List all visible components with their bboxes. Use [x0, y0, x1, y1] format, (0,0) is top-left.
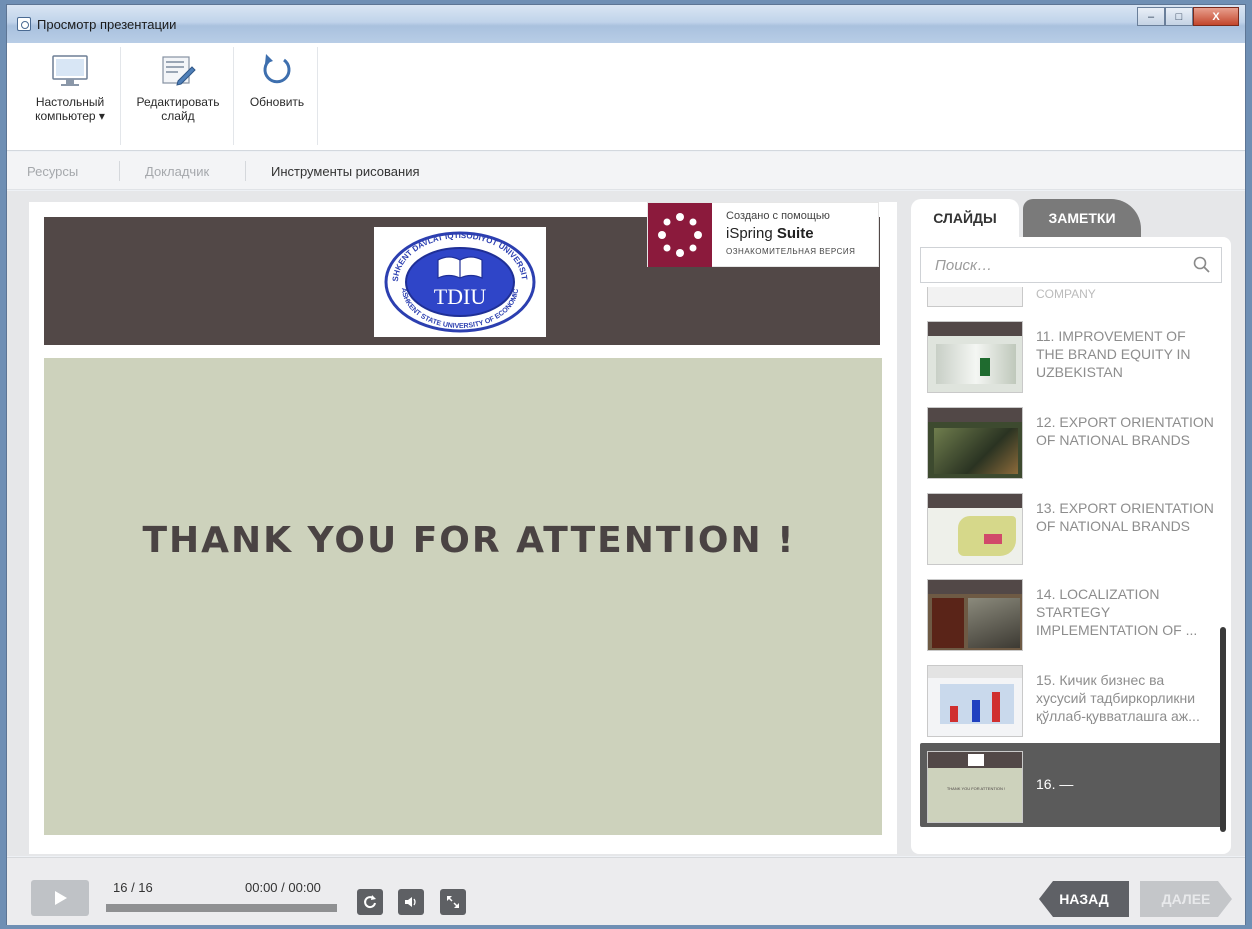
ispring-burst-icon: [658, 213, 702, 257]
slide-list-item-15[interactable]: 15. Кичик бизнес ва хусусий тадбиркорлик…: [920, 657, 1222, 741]
slide-item-label-partial: COMPANY: [1036, 287, 1096, 301]
tdiu-logo: TOSHKENT DAVLAT IQTISODIYOT UNIVERSITETI…: [374, 227, 546, 337]
edit-slide-button[interactable]: Редактировать слайд: [127, 51, 229, 147]
slide-thumbnail: THANK YOU FOR ATTENTION !: [927, 751, 1023, 823]
presentation-viewer-window: Просмотр презентации – □ X Настольный ко…: [6, 4, 1246, 925]
window-controls: – □ X: [1137, 7, 1239, 26]
progress-bar[interactable]: [106, 904, 337, 912]
fullscreen-button[interactable]: [440, 889, 466, 915]
tab-presenter[interactable]: Докладчик: [145, 164, 209, 179]
tab-slides[interactable]: СЛАЙДЫ: [911, 199, 1019, 237]
replay-button[interactable]: [357, 889, 383, 915]
slide-item-label: 12. EXPORT ORIENTATION OF NATIONAL BRAND…: [1036, 414, 1214, 448]
desktop-view-label-2: компьютер ▾: [35, 109, 105, 123]
slides-panel: СЛАЙДЫ ЗАМЕТКИ Поиск… COMPANY 11. IMPROV…: [911, 199, 1231, 854]
watermark-brand-part1: iSpring: [726, 225, 773, 242]
ispring-logo: [648, 203, 712, 267]
slide-list-item-14[interactable]: 14. LOCALIZATION STARTEGY IMPLEMENTATION…: [920, 571, 1222, 655]
slide-item-label: 13. EXPORT ORIENTATION OF NATIONAL BRAND…: [1036, 500, 1214, 534]
search-icon[interactable]: [1193, 256, 1211, 274]
slide-title: THANK YOU FOR ATTENTION !: [142, 520, 796, 561]
volume-button[interactable]: [398, 889, 424, 915]
slide-item-label: 16. —: [1036, 776, 1074, 792]
ribbon-divider: [233, 47, 234, 145]
ispring-watermark: Создано с помощью iSpring Suite ОЗНАКОМИ…: [647, 202, 879, 267]
desktop-view-label-1: Настольный: [35, 95, 105, 109]
slide-thumbnail: [927, 287, 1023, 307]
replay-icon: [364, 895, 376, 909]
app-icon: [17, 17, 31, 31]
slide-list: COMPANY 11. IMPROVEMENT OF THE BRAND EQU…: [920, 287, 1222, 835]
slide-thumbnail: [927, 665, 1023, 737]
tab-resources[interactable]: Ресурсы: [27, 164, 78, 179]
play-button[interactable]: [31, 880, 89, 916]
volume-icon: [405, 897, 416, 907]
maximize-button[interactable]: □: [1165, 7, 1193, 26]
slides-panel-body: Поиск… COMPANY 11. IMPROVEMENT OF THE BR…: [911, 237, 1231, 854]
slide-list-item-11[interactable]: 11. IMPROVEMENT OF THE BRAND EQUITY IN U…: [920, 313, 1222, 397]
refresh-label: Обновить: [249, 95, 305, 109]
tab-divider: [119, 161, 120, 181]
close-button[interactable]: X: [1193, 7, 1239, 26]
seal-text: TDIU: [434, 284, 487, 309]
search-placeholder: Поиск…: [935, 257, 993, 274]
slide-item-label: 11. IMPROVEMENT OF THE BRAND EQUITY IN U…: [1036, 328, 1191, 380]
ribbon-divider: [120, 47, 121, 145]
slide-list-scrollbar[interactable]: [1220, 627, 1226, 832]
next-button[interactable]: ДАЛЕЕ: [1140, 881, 1232, 917]
edit-slide-icon: [162, 56, 196, 86]
watermark-trial: ОЗНАКОМИТЕЛЬНАЯ ВЕРСИЯ: [726, 247, 856, 256]
slide-list-item-12[interactable]: 12. EXPORT ORIENTATION OF NATIONAL BRAND…: [920, 399, 1222, 483]
fullscreen-icon: [447, 896, 459, 908]
slide-frame: TOSHKENT DAVLAT IQTISODIYOT UNIVERSITETI…: [29, 202, 897, 854]
edit-slide-label-1: Редактировать: [136, 95, 220, 109]
slide-thumbnail: [927, 579, 1023, 651]
slide-thumbnail: [927, 407, 1023, 479]
back-button[interactable]: НАЗАД: [1039, 881, 1129, 917]
window-title: Просмотр презентации: [37, 17, 177, 32]
desktop-view-button[interactable]: Настольный компьютер ▾: [25, 51, 115, 147]
time-display: 00:00 / 00:00: [245, 880, 321, 895]
slide-item-label: 14. LOCALIZATION STARTEGY IMPLEMENTATION…: [1036, 586, 1198, 638]
slide-list-item-partial[interactable]: COMPANY: [920, 287, 1222, 311]
edit-slide-label-2: слайд: [161, 109, 195, 123]
tools-tab-row: Ресурсы Докладчик Инструменты рисования: [7, 152, 1245, 190]
university-seal-icon: TOSHKENT DAVLAT IQTISODIYOT UNIVERSITETI…: [380, 230, 536, 333]
refresh-button[interactable]: Обновить: [241, 51, 313, 147]
tab-notes[interactable]: ЗАМЕТКИ: [1023, 199, 1141, 237]
refresh-icon: [263, 54, 291, 84]
slide-list-item-13[interactable]: 13. EXPORT ORIENTATION OF NATIONAL BRAND…: [920, 485, 1222, 569]
slide-thumbnail: [927, 321, 1023, 393]
tab-drawing-tools[interactable]: Инструменты рисования: [271, 164, 420, 179]
watermark-created-with: Создано с помощью: [726, 210, 830, 222]
slide-thumbnail: [927, 493, 1023, 565]
player-controls: 16 / 16 00:00 / 00:00 НАЗАД ДАЛЕЕ: [7, 857, 1245, 925]
progress-fill: [106, 904, 337, 912]
watermark-brand: iSpring Suite: [726, 225, 814, 242]
search-input[interactable]: Поиск…: [920, 247, 1222, 283]
tab-divider: [245, 161, 246, 181]
ribbon-divider: [317, 47, 318, 145]
monitor-icon: [52, 55, 88, 86]
slide-body: THANK YOU FOR ATTENTION !: [44, 358, 882, 835]
title-bar: Просмотр презентации – □ X: [7, 5, 1245, 43]
ribbon-toolbar: Настольный компьютер ▾ Редактировать сла…: [7, 43, 1245, 151]
content-area: TOSHKENT DAVLAT IQTISODIYOT UNIVERSITETI…: [7, 191, 1245, 856]
watermark-brand-part2: Suite: [776, 225, 814, 242]
slide-counter: 16 / 16: [113, 880, 153, 895]
slide-list-item-16[interactable]: THANK YOU FOR ATTENTION ! 16. —: [920, 743, 1222, 827]
slide-item-label: 15. Кичик бизнес ва хусусий тадбиркорлик…: [1036, 672, 1200, 724]
minimize-button[interactable]: –: [1137, 7, 1165, 26]
